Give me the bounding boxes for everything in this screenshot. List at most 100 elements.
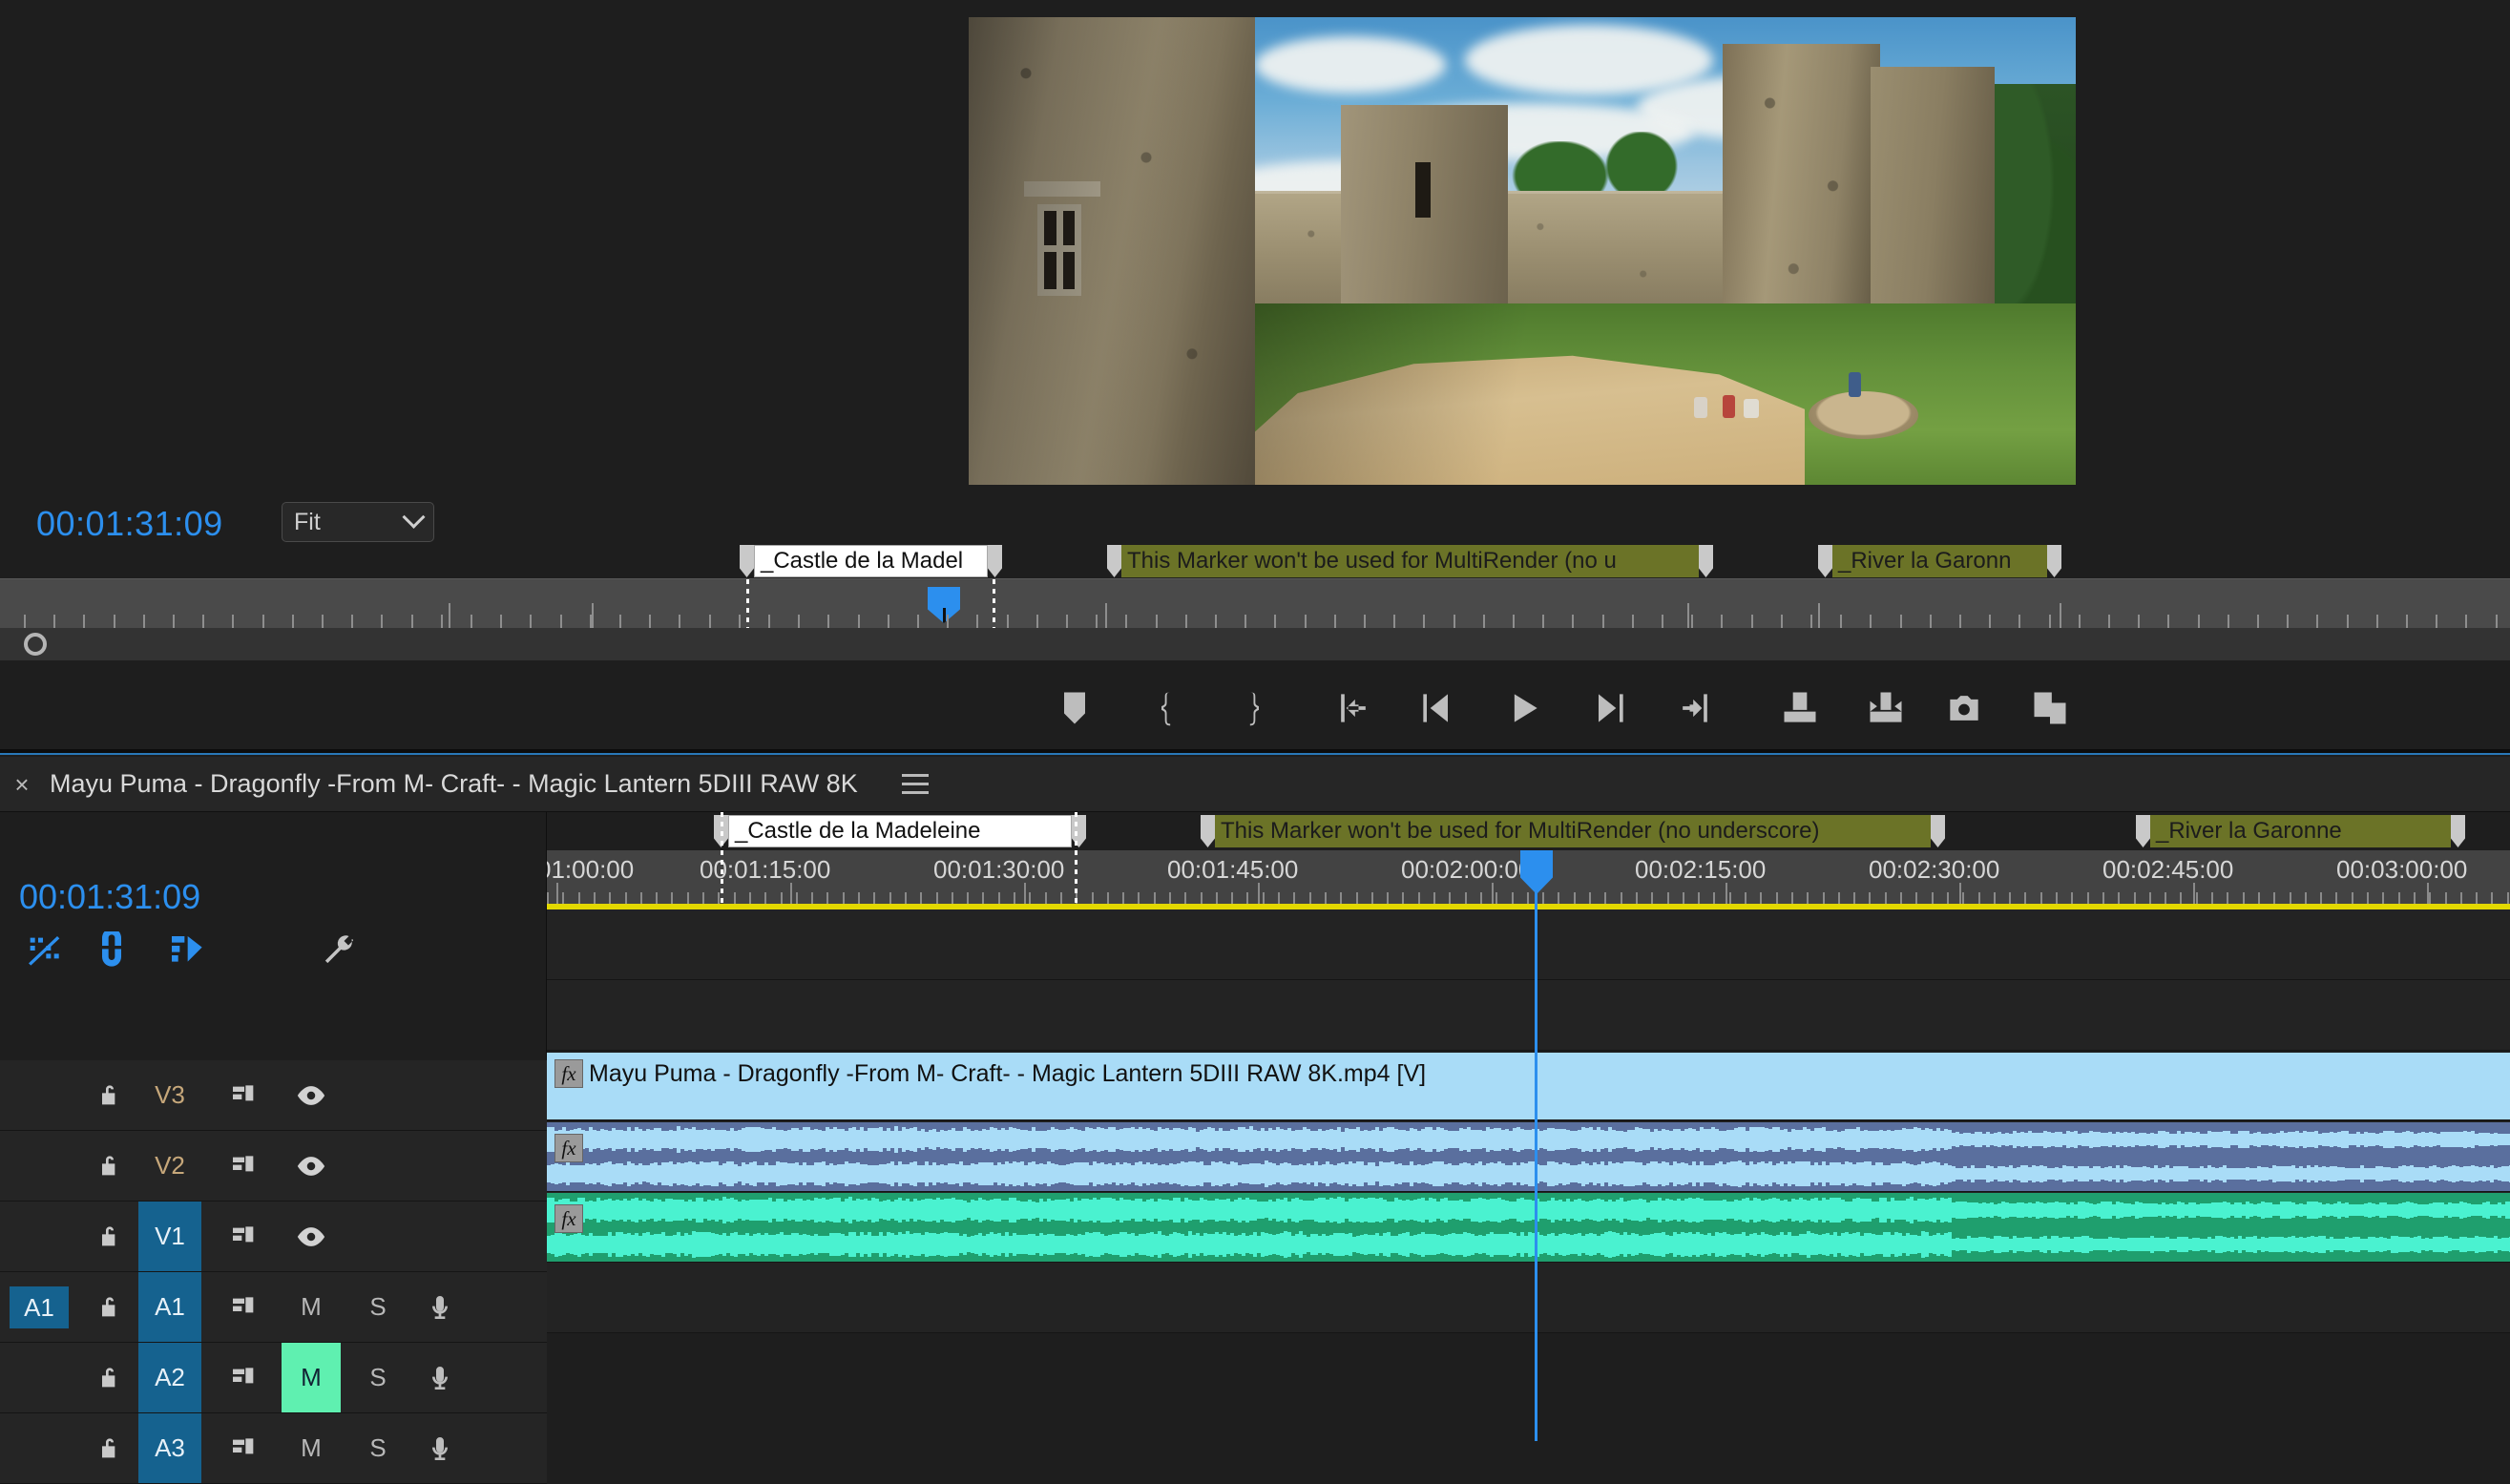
track-sync-lock-toggle[interactable] <box>215 1060 274 1130</box>
track-target-v1[interactable]: V1 <box>138 1202 201 1271</box>
ruler-tick <box>560 615 562 628</box>
ruler-tick <box>1096 615 1098 628</box>
ruler-tick <box>1122 892 1124 904</box>
video-preview-area[interactable] <box>0 0 2510 496</box>
button-editor-button[interactable] <box>2023 681 2077 735</box>
track-lock-toggle[interactable] <box>86 1413 134 1483</box>
track-lock-toggle[interactable] <box>86 1202 134 1271</box>
track-sync-lock-toggle[interactable] <box>215 1272 274 1342</box>
snap-magnet-button[interactable] <box>86 925 137 976</box>
timeline-clips-area[interactable]: fxMayu Puma - Dragonfly -From M- Craft- … <box>547 909 2510 1441</box>
audio-clip-a2[interactable]: fx <box>547 1193 2510 1262</box>
step-back-button[interactable] <box>1411 681 1464 735</box>
track-target-v3[interactable]: V3 <box>138 1060 201 1130</box>
wrench-settings-button[interactable] <box>313 925 365 976</box>
track-record-toggle[interactable] <box>410 1343 470 1412</box>
source-playhead[interactable] <box>928 587 960 623</box>
ruler-tick <box>1542 892 1544 904</box>
track-header-a3[interactable]: A3 MS <box>0 1413 547 1484</box>
track-sync-lock-toggle[interactable] <box>215 1343 274 1412</box>
timeline-track-v2[interactable] <box>547 980 2510 1051</box>
track-target-a2[interactable]: A2 <box>138 1343 201 1412</box>
track-mute-toggle[interactable]: M <box>282 1343 341 1412</box>
zoom-level-select[interactable]: Fit <box>282 502 434 542</box>
track-lock-toggle[interactable] <box>86 1343 134 1412</box>
play-stop-button[interactable] <box>1496 681 1550 735</box>
track-header-v1[interactable]: V1 <box>0 1202 547 1272</box>
track-sync-lock-toggle[interactable] <box>215 1131 274 1201</box>
timeline-track-v1[interactable]: fxMayu Puma - Dragonfly -From M- Craft- … <box>547 1051 2510 1121</box>
ruler-tick <box>976 615 978 628</box>
track-mute-toggle[interactable]: M <box>282 1413 341 1483</box>
track-record-toggle[interactable] <box>410 1272 470 1342</box>
mark-in-button[interactable] <box>1145 681 1199 735</box>
track-target-v2[interactable]: V2 <box>138 1131 201 1201</box>
ruler-tick <box>917 615 919 628</box>
ruler-tick <box>798 615 800 628</box>
track-solo-toggle[interactable]: S <box>348 1413 408 1483</box>
source-time-ruler[interactable] <box>0 578 2510 628</box>
ruler-tick <box>1201 892 1203 904</box>
track-solo-toggle[interactable]: S <box>348 1272 408 1342</box>
mark-out-button[interactable] <box>1222 681 1275 735</box>
timeline-display-settings-button[interactable] <box>160 925 212 976</box>
timeline-marker-lane[interactable]: _Castle de la Madeleine This Marker won't… <box>547 812 2510 850</box>
audio-clip-a1[interactable]: fx <box>547 1122 2510 1191</box>
add-marker-icon <box>253 931 291 970</box>
track-lock-toggle[interactable] <box>86 1272 134 1342</box>
panel-menu-icon[interactable] <box>902 774 929 795</box>
timeline-track-a2[interactable]: fx <box>547 1192 2510 1263</box>
ruler-tick <box>173 615 175 628</box>
track-mute-toggle[interactable]: M <box>282 1272 341 1342</box>
marker-pin-icon <box>1818 545 1832 577</box>
track-target-a1[interactable]: A1 <box>138 1272 201 1342</box>
video-clip-v1[interactable]: fxMayu Puma - Dragonfly -From M- Craft- … <box>547 1053 2510 1119</box>
timeline-track-area[interactable]: _Castle de la Madeleine This Marker won't… <box>547 812 2510 1441</box>
track-lock-toggle[interactable] <box>86 1131 134 1201</box>
track-visibility-toggle[interactable] <box>282 1202 341 1271</box>
timeline-marker[interactable]: This Marker won't be used for MultiRende… <box>1201 814 1945 848</box>
track-sync-lock-toggle[interactable] <box>215 1413 274 1483</box>
track-header-a2[interactable]: A2 MS <box>0 1343 547 1413</box>
track-solo-toggle[interactable]: S <box>348 1343 408 1412</box>
source-zoom-scrollbar[interactable] <box>0 628 2510 660</box>
track-visibility-toggle[interactable] <box>282 1060 341 1130</box>
source-marker-lane[interactable]: _Castle de la Madel This Marker won't be … <box>0 544 2510 578</box>
export-frame-button[interactable] <box>1937 681 1991 735</box>
go-to-in-button[interactable] <box>1327 681 1380 735</box>
source-current-timecode[interactable]: 00:01:31:09 <box>36 504 223 544</box>
wrench-settings-icon <box>320 931 358 970</box>
video-preview-frame[interactable] <box>969 17 2076 485</box>
ruler-tick <box>143 615 145 628</box>
add-marker-button[interactable] <box>246 925 298 976</box>
source-marker[interactable]: _Castle de la Madel <box>740 544 1002 578</box>
close-icon[interactable]: × <box>10 772 34 797</box>
scrollbar-left-handle[interactable] <box>24 633 47 656</box>
ruler-tick <box>2445 892 2447 904</box>
add-marker-button[interactable] <box>1048 681 1101 735</box>
track-lock-toggle[interactable] <box>86 1060 134 1130</box>
timeline-track-v3[interactable] <box>547 909 2510 980</box>
timeline-current-timecode[interactable]: 00:01:31:09 <box>19 877 200 917</box>
ruler-tick <box>1014 892 1015 904</box>
step-forward-button[interactable] <box>1582 681 1636 735</box>
track-target-a3[interactable]: A3 <box>138 1413 201 1483</box>
timeline-track-a1[interactable]: fx <box>547 1121 2510 1192</box>
source-marker[interactable]: _River la Garonn <box>1818 544 2061 578</box>
insert-button[interactable] <box>1773 681 1827 735</box>
track-header-v2[interactable]: V2 <box>0 1131 547 1202</box>
track-sync-lock-toggle[interactable] <box>215 1202 274 1271</box>
track-record-toggle[interactable] <box>410 1413 470 1483</box>
track-header-a1[interactable]: A1 A1 MS <box>0 1272 547 1343</box>
timeline-marker[interactable]: _Castle de la Madeleine <box>714 814 1086 848</box>
track-visibility-toggle[interactable] <box>282 1131 341 1201</box>
timeline-marker[interactable]: _River la Garonne <box>2136 814 2465 848</box>
source-marker[interactable]: This Marker won't be used for MultiRende… <box>1107 544 1713 578</box>
go-to-out-button[interactable] <box>1668 681 1722 735</box>
timeline-track-a3[interactable] <box>547 1263 2510 1333</box>
linked-selection-button[interactable] <box>17 925 69 976</box>
source-patch-a1[interactable]: A1 <box>10 1286 69 1328</box>
track-header-v3[interactable]: V3 <box>0 1060 547 1131</box>
timeline-tab-title[interactable]: Mayu Puma - Dragonfly -From M- Craft- - … <box>50 769 858 799</box>
overwrite-button[interactable] <box>1859 681 1913 735</box>
